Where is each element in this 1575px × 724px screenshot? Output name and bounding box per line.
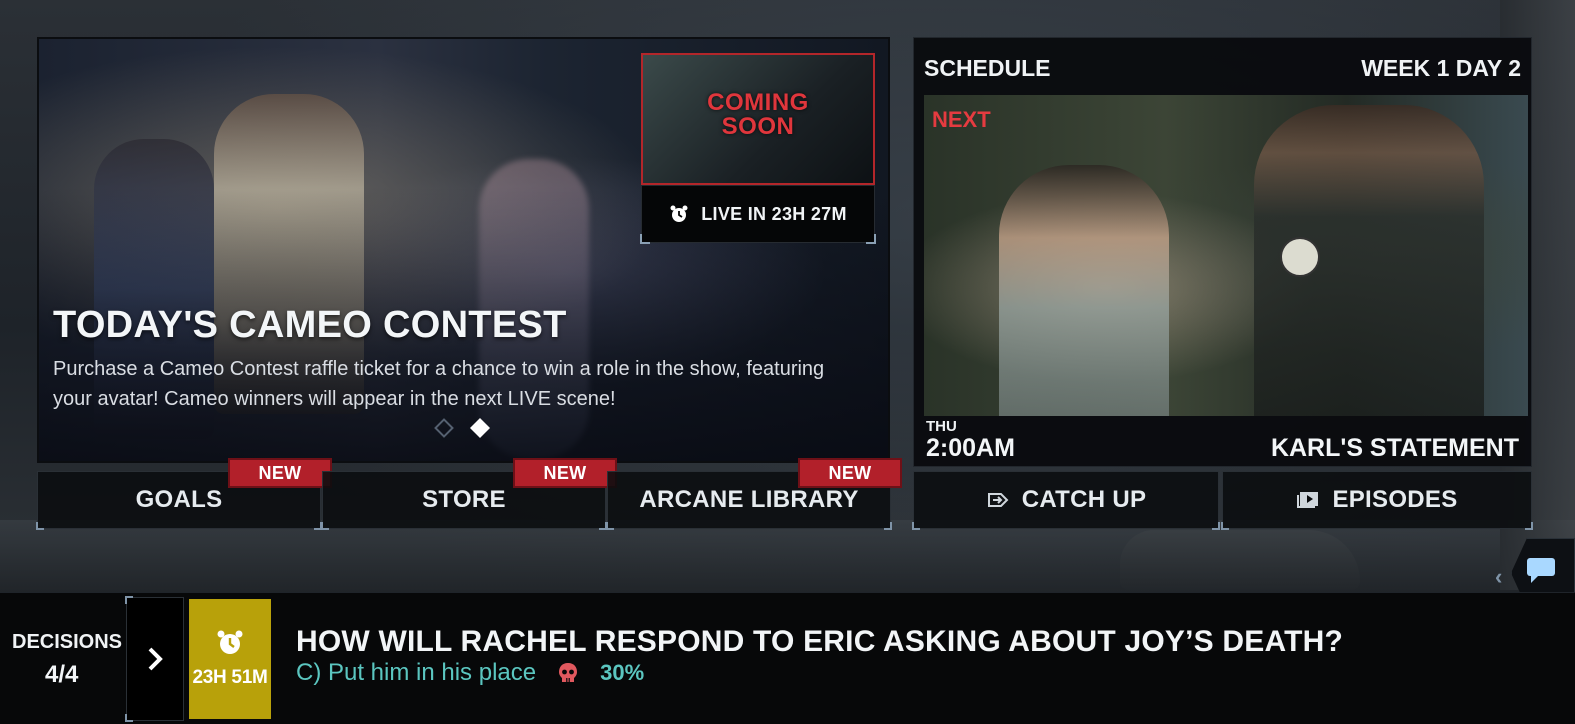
schedule-title: SCHEDULE: [924, 55, 1051, 81]
episode-title: KARL'S STATEMENT: [1270, 434, 1519, 462]
leading-answer-percent: 30%: [600, 660, 645, 685]
next-decision-button[interactable]: [125, 596, 184, 722]
carousel-dot-2[interactable]: [470, 418, 490, 438]
episode-day: THU: [926, 418, 957, 435]
next-label: NEXT: [932, 107, 991, 132]
corner-marker: [884, 522, 892, 530]
decision-timer: 23H 51M: [189, 599, 271, 719]
alarm-clock-icon: [670, 205, 688, 222]
catch-up-label: CATCH UP: [1021, 486, 1147, 513]
corner-marker: [125, 714, 133, 722]
corner-marker: [1525, 522, 1533, 530]
corner-marker: [36, 522, 44, 530]
leading-answer-text: C) Put him in his place: [296, 659, 537, 686]
new-badge: NEW: [513, 458, 617, 488]
corner-marker: [321, 522, 329, 530]
catch-up-button[interactable]: CATCH UP: [912, 471, 1220, 530]
chevron-right-icon: [148, 647, 163, 671]
coming-soon-thumbnail[interactable]: COMING SOON: [641, 53, 875, 185]
alarm-clock-icon: [217, 630, 243, 654]
coming-soon-label: COMING SOON: [707, 89, 809, 140]
episode-time: 2:00AM: [926, 434, 1015, 462]
episodes-button[interactable]: EPISODES: [1221, 471, 1533, 530]
corner-marker: [606, 522, 614, 530]
skull-icon: [559, 663, 578, 682]
arcane-library-button-label: ARCANE LIBRARY: [639, 486, 859, 513]
chat-bubble-icon: [1527, 558, 1555, 583]
live-countdown: LIVE IN 23H 27M: [640, 185, 876, 244]
featured-description: Purchase a Cameo Contest raffle ticket f…: [53, 358, 825, 410]
new-badge: NEW: [798, 458, 902, 488]
corner-marker: [912, 522, 920, 530]
schedule-panel[interactable]: SCHEDULE WEEK 1 DAY 2 NEXT THU 2:00AM KA…: [913, 37, 1532, 467]
background-car: [1120, 530, 1360, 590]
goals-button[interactable]: GOALS NEW: [36, 458, 332, 530]
corner-marker: [1212, 522, 1220, 530]
episodes-icon: [1297, 492, 1319, 508]
arcane-library-button[interactable]: ARCANE LIBRARY NEW: [606, 458, 902, 530]
episodes-label: EPISODES: [1332, 486, 1458, 513]
live-countdown-label: LIVE IN 23H 27M: [701, 203, 847, 224]
catch-up-icon: [987, 493, 1009, 507]
corner-marker: [1221, 522, 1229, 530]
peace-patch-icon: [1280, 237, 1320, 277]
leading-answer: C) Put him in his place 30%: [296, 659, 644, 687]
featured-panel[interactable]: COMING SOON LIVE IN 23H 27M TODAY'S CAME…: [37, 37, 890, 463]
store-button-label: STORE: [422, 486, 506, 513]
decisions-label: DECISIONS: [12, 631, 123, 653]
carousel-dot-1[interactable]: [434, 418, 454, 438]
store-button[interactable]: STORE NEW: [321, 458, 617, 530]
decision-question: HOW WILL RACHEL RESPOND TO ERIC ASKING A…: [296, 625, 1344, 658]
chevron-left-icon: ‹: [1495, 564, 1503, 589]
next-episode-thumbnail[interactable]: NEXT: [924, 95, 1528, 416]
new-badge: NEW: [228, 458, 332, 488]
featured-title: TODAY'S CAMEO CONTEST: [53, 304, 567, 346]
carousel-dots: [434, 418, 490, 438]
corner-marker: [125, 596, 133, 604]
schedule-header: SCHEDULE WEEK 1 DAY 2: [924, 55, 1521, 82]
week-day-label: WEEK 1 DAY 2: [1361, 55, 1521, 81]
episode-figure-woman: [999, 165, 1169, 416]
decisions-bar[interactable]: DECISIONS 4/4 23H 51M HOW WILL RACHEL RE…: [0, 592, 1575, 724]
goals-button-label: GOALS: [135, 486, 223, 513]
decisions-count: 4/4: [45, 661, 79, 688]
decision-timer-label: 23H 51M: [192, 667, 268, 688]
